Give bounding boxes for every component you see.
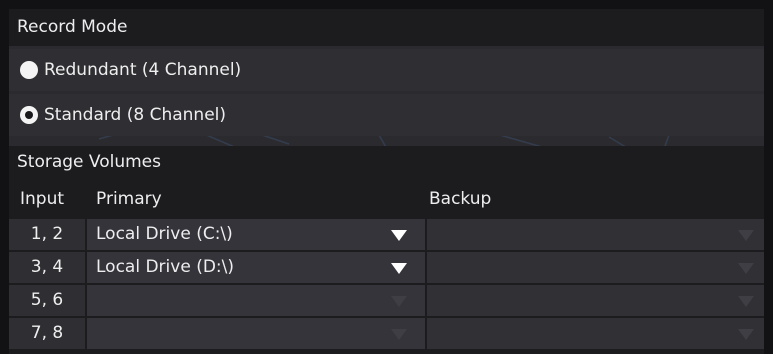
record-mode-header: Record Mode bbox=[9, 9, 764, 46]
primary-volume-value: Local Drive (D:\) bbox=[96, 257, 235, 277]
table-row: 1, 2 Local Drive (C:\) bbox=[9, 219, 764, 250]
chevron-down-icon[interactable] bbox=[738, 296, 754, 307]
mode-option-label: Standard (8 Channel) bbox=[44, 105, 227, 125]
column-header-input: Input bbox=[20, 189, 65, 209]
input-pair-label: 3, 4 bbox=[9, 252, 85, 283]
primary-volume-dropdown[interactable] bbox=[87, 285, 425, 316]
chevron-down-icon[interactable] bbox=[738, 230, 754, 241]
chevron-down-icon[interactable] bbox=[738, 263, 754, 274]
primary-volume-dropdown[interactable]: Local Drive (C:\) bbox=[87, 219, 425, 250]
mode-option-label: Redundant (4 Channel) bbox=[44, 60, 242, 80]
chevron-down-icon[interactable] bbox=[738, 329, 754, 340]
primary-volume-dropdown[interactable] bbox=[87, 318, 425, 349]
column-header-primary: Primary bbox=[96, 189, 162, 209]
table-row: 7, 8 bbox=[9, 318, 764, 349]
radio-button-icon[interactable] bbox=[20, 106, 38, 124]
table-row: 5, 6 bbox=[9, 285, 764, 316]
input-pair-label: 1, 2 bbox=[9, 219, 85, 250]
backup-volume-dropdown[interactable] bbox=[427, 219, 764, 250]
radio-button-icon[interactable] bbox=[20, 61, 38, 79]
chevron-down-icon[interactable] bbox=[391, 263, 407, 274]
record-settings-panel: Record Mode Redundant (4 Channel) Standa… bbox=[9, 9, 764, 354]
chevron-down-icon[interactable] bbox=[391, 329, 407, 340]
mode-option-redundant[interactable]: Redundant (4 Channel) bbox=[9, 49, 764, 91]
table-row: 3, 4 Local Drive (D:\) bbox=[9, 252, 764, 283]
backup-volume-dropdown[interactable] bbox=[427, 252, 764, 283]
chevron-down-icon[interactable] bbox=[391, 230, 407, 241]
primary-volume-dropdown[interactable]: Local Drive (D:\) bbox=[87, 252, 425, 283]
column-header-backup: Backup bbox=[429, 189, 492, 209]
storage-volumes-section: Storage Volumes Input Primary Backup 1, … bbox=[9, 146, 764, 354]
mode-option-standard[interactable]: Standard (8 Channel) bbox=[9, 94, 764, 136]
backup-volume-dropdown[interactable] bbox=[427, 285, 764, 316]
input-pair-label: 7, 8 bbox=[9, 318, 85, 349]
storage-volumes-title: Storage Volumes bbox=[17, 152, 162, 172]
chevron-down-icon[interactable] bbox=[391, 296, 407, 307]
primary-volume-value: Local Drive (C:\) bbox=[96, 224, 233, 244]
backup-volume-dropdown[interactable] bbox=[427, 318, 764, 349]
input-pair-label: 5, 6 bbox=[9, 285, 85, 316]
